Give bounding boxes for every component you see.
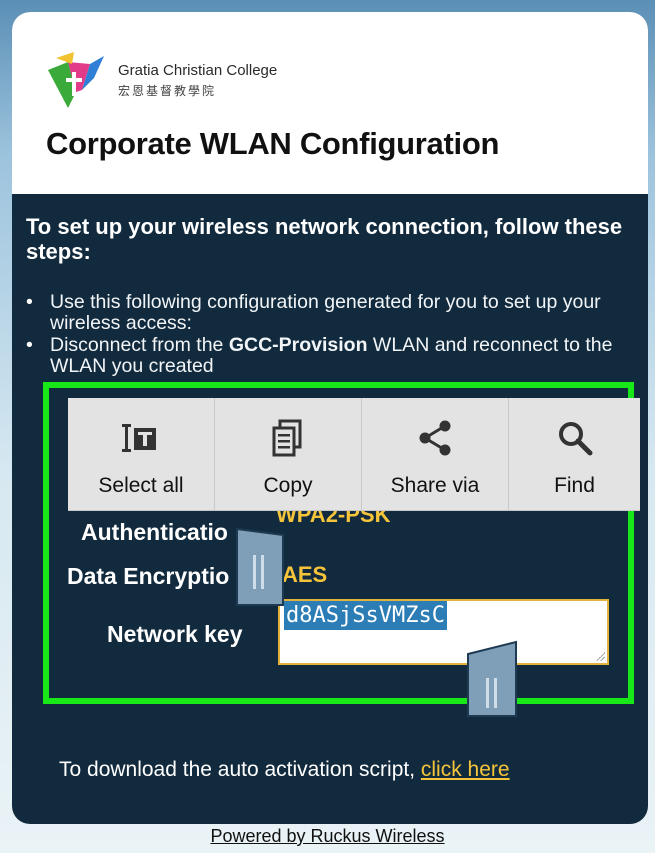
network-key-field[interactable]: d8ASjSsVMZsC [278, 599, 609, 665]
menu-label: Copy [263, 474, 313, 497]
selection-end-handle-icon[interactable] [466, 640, 518, 718]
select-all-icon [122, 424, 156, 452]
step-text: Disconnect from the [50, 334, 229, 356]
selected-key-text[interactable]: d8ASjSsVMZsC [284, 601, 447, 630]
share-icon [419, 420, 451, 456]
menu-share-via[interactable]: Share via [362, 398, 509, 510]
selection-start-handle-icon[interactable] [235, 527, 285, 607]
footer: Powered by Ruckus Wireless [0, 826, 655, 847]
page-title: Corporate WLAN Configuration [46, 126, 500, 161]
menu-find[interactable]: Find [509, 398, 640, 510]
menu-label: Select all [98, 474, 184, 497]
resize-grip-icon[interactable] [595, 651, 605, 661]
ssid-name: GCC-Provision [228, 334, 368, 356]
portal-card: Gratia Christian College 宏恩基督教學院 Corpora… [12, 12, 648, 824]
menu-select-all[interactable]: Select all [68, 398, 215, 510]
text-selection-menu: Select all Copy Share via Find [68, 398, 640, 511]
encryption-label: Data Encryptio [67, 563, 230, 589]
menu-label: Find [554, 474, 595, 497]
college-name-en: Gratia Christian College [118, 62, 278, 79]
download-text: To download the auto activation script, [59, 758, 421, 781]
auth-label: Authenticatio [81, 519, 228, 545]
powered-by-link[interactable]: Powered by Ruckus Wireless [210, 826, 444, 846]
menu-copy[interactable]: Copy [215, 398, 362, 510]
college-name-zh: 宏恩基督教學院 [118, 84, 217, 98]
college-logo-icon [48, 52, 104, 108]
search-icon [558, 422, 592, 456]
step-item: Disconnect from the GCC-Provision WLAN a… [26, 334, 620, 377]
steps-heading: To set up your wireless network connecti… [26, 214, 623, 264]
encryption-value: AES [282, 562, 328, 587]
download-instructions: To download the auto activation script, … [59, 758, 510, 782]
page-header: Gratia Christian College 宏恩基督教學院 Corpora… [12, 12, 648, 194]
download-script-link[interactable]: click here [421, 758, 510, 781]
step-item: Use this following configuration generat… [26, 292, 620, 334]
menu-label: Share via [390, 474, 480, 497]
network-key-label: Network key [107, 621, 243, 647]
copy-icon [272, 419, 302, 457]
